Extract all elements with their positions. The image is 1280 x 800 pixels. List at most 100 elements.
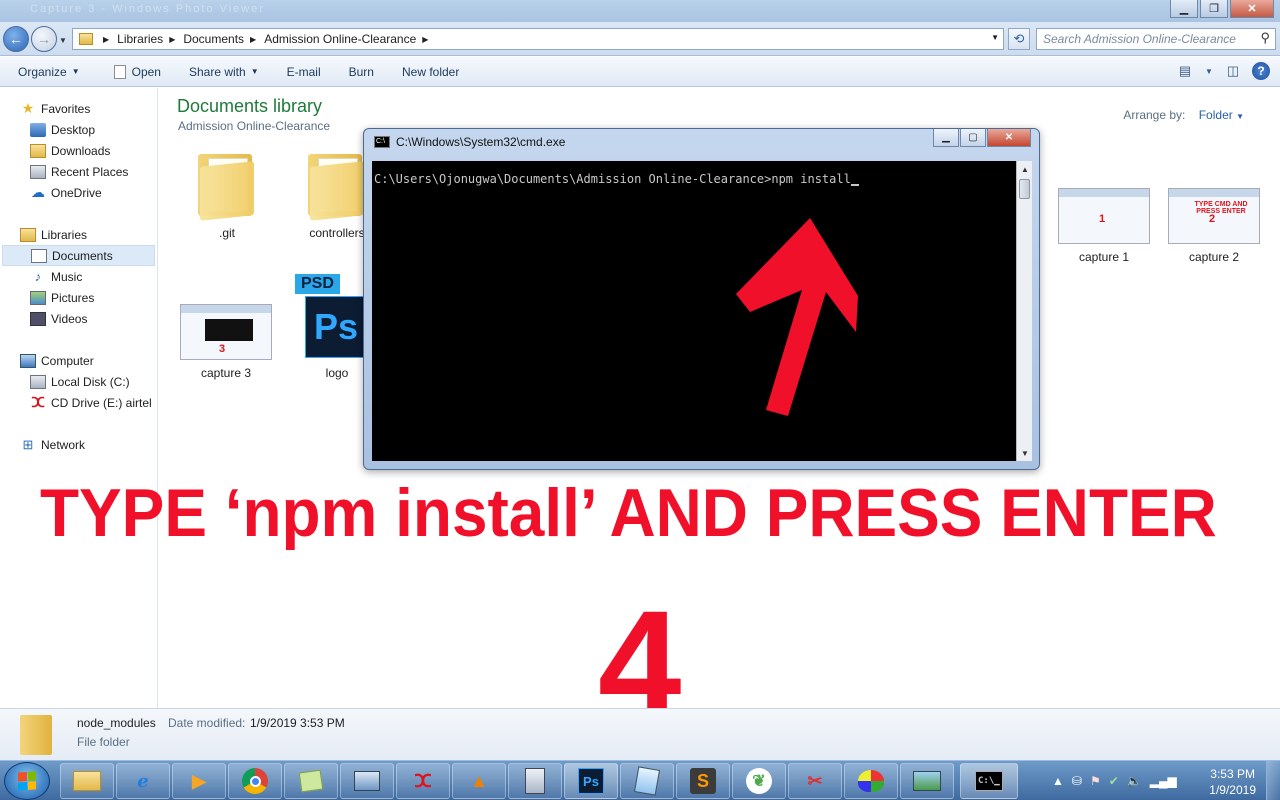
photo-viewer-icon[interactable] xyxy=(900,763,954,799)
view-dropdown-icon[interactable]: ▼ xyxy=(1204,61,1214,81)
change-view-icon[interactable]: ▤ xyxy=(1174,61,1196,81)
open-button[interactable]: Open xyxy=(104,57,171,86)
nav-label: Music xyxy=(51,269,83,284)
breadcrumb-chevron-icon[interactable]: ▶ xyxy=(422,35,428,44)
clock[interactable]: 3:53 PM 1/9/2019 xyxy=(1209,766,1256,798)
signal-icon[interactable]: ▂▄▆ xyxy=(1150,774,1177,788)
start-button[interactable] xyxy=(4,762,50,800)
file-item-capture-1[interactable]: 1 capture 1 xyxy=(1054,188,1154,264)
nav-downloads[interactable]: Downloads xyxy=(0,140,157,161)
close-button[interactable]: ✕ xyxy=(1230,0,1274,18)
cmd-scrollbar[interactable]: ▲ ▼ xyxy=(1016,161,1032,461)
breadcrumb: ▶ Libraries ▶ Documents ▶ Admission Onli… xyxy=(97,32,436,46)
scroll-thumb[interactable] xyxy=(1019,179,1030,199)
notepad-icon[interactable] xyxy=(620,763,674,799)
address-bar[interactable]: ▶ Libraries ▶ Documents ▶ Admission Onli… xyxy=(72,28,1004,50)
cmd-minimize-button[interactable]: ▁ xyxy=(933,129,959,147)
red-arrow-icon xyxy=(736,218,858,416)
photoshop-icon[interactable]: Ps xyxy=(564,763,618,799)
nav-documents[interactable]: Documents xyxy=(2,245,155,266)
chevron-down-icon: ▼ xyxy=(250,67,259,76)
cmd-window[interactable]: C:\ C:\Windows\System32\cmd.exe ▁ ▢ ✕ C:… xyxy=(363,128,1040,470)
explorer-icon[interactable] xyxy=(60,763,114,799)
airtel-icon[interactable]: ⵋ xyxy=(396,763,450,799)
security-icon[interactable]: ✔ xyxy=(1109,774,1119,788)
breadcrumb-admission[interactable]: Admission Online-Clearance xyxy=(264,32,416,46)
recent-pages-dropdown[interactable]: ▼ xyxy=(59,36,67,45)
breadcrumb-documents[interactable]: Documents xyxy=(183,32,244,46)
maximize-button[interactable]: ❐ xyxy=(1200,0,1228,18)
email-button[interactable]: E-mail xyxy=(277,57,331,86)
snipping-tool-icon[interactable]: ✂ xyxy=(788,763,842,799)
address-dropdown-icon[interactable]: ▼ xyxy=(991,33,999,42)
refresh-button[interactable]: ⟲ xyxy=(1008,28,1030,50)
nav-local-disk[interactable]: Local Disk (C:) xyxy=(0,371,157,392)
search-input[interactable]: Search Admission Online-Clearance ⚲ xyxy=(1036,28,1276,50)
nav-network[interactable]: ⊞ Network xyxy=(0,434,157,455)
nav-label: Favorites xyxy=(41,101,91,116)
back-button[interactable]: ← xyxy=(3,26,29,52)
nav-recent-places[interactable]: Recent Places xyxy=(0,161,157,182)
nav-favorites[interactable]: ★ Favorites xyxy=(0,98,157,119)
help-icon[interactable]: ? xyxy=(1252,62,1270,80)
cmd-line: C:\Users\Ojonugwa\Documents\Admission On… xyxy=(374,172,859,186)
breadcrumb-chevron-icon[interactable]: ▶ xyxy=(250,35,256,44)
show-hidden-icons-icon[interactable]: ▲ xyxy=(1052,774,1064,788)
cmd-maximize-button[interactable]: ▢ xyxy=(960,129,986,147)
nav-pictures[interactable]: Pictures xyxy=(0,287,157,308)
sticky-notes-icon[interactable] xyxy=(284,763,338,799)
desktop-icon xyxy=(30,122,46,137)
search-icon[interactable]: ⚲ xyxy=(1260,30,1270,46)
file-item-git[interactable]: .git xyxy=(177,150,277,240)
preview-pane-icon[interactable]: ◫ xyxy=(1222,61,1244,81)
breadcrumb-libraries[interactable]: Libraries xyxy=(117,32,163,46)
library-subtitle: Admission Online-Clearance xyxy=(178,119,331,133)
cmd-close-button[interactable]: ✕ xyxy=(987,129,1031,147)
image-thumbnail: 1 xyxy=(1058,188,1150,244)
forward-button[interactable]: → xyxy=(31,26,57,52)
minimize-button[interactable]: ▁ xyxy=(1170,0,1198,18)
burn-button[interactable]: Burn xyxy=(339,57,384,86)
thumb-number: 1 xyxy=(1099,213,1106,225)
scroll-down-icon[interactable]: ▼ xyxy=(1017,445,1033,461)
cmd-taskbar-icon[interactable]: C:\▁ xyxy=(960,763,1018,799)
media-player-icon[interactable]: ▶ xyxy=(172,763,226,799)
nav-label: Videos xyxy=(51,311,88,326)
favorites-group: ★ Favorites Desktop Downloads Recent Plac… xyxy=(0,98,157,203)
file-item-capture-3[interactable]: 3 capture 3 xyxy=(176,304,276,380)
new-folder-button[interactable]: New folder xyxy=(392,57,469,86)
vlc-icon[interactable]: ▲ xyxy=(452,763,506,799)
open-label: Open xyxy=(131,64,161,79)
calculator-icon[interactable] xyxy=(508,763,562,799)
nav-videos[interactable]: Videos xyxy=(0,308,157,329)
nav-music[interactable]: ♪ Music xyxy=(0,266,157,287)
thumb-number: 3 xyxy=(219,343,226,355)
nav-cd-drive[interactable]: ⵋ CD Drive (E:) airtel xyxy=(0,392,157,413)
cmd-console[interactable]: C:\Users\Ojonugwa\Documents\Admission On… xyxy=(372,161,1016,461)
clock-time: 3:53 PM xyxy=(1210,767,1255,781)
mongodb-icon[interactable]: ❦ xyxy=(732,763,786,799)
star-icon: ★ xyxy=(21,100,35,116)
paint-icon[interactable] xyxy=(844,763,898,799)
nav-libraries[interactable]: Libraries xyxy=(0,224,157,245)
nav-computer[interactable]: Computer xyxy=(0,350,157,371)
file-item-capture-2[interactable]: TYPE CMD AND PRESS ENTER 2 capture 2 xyxy=(1164,188,1264,264)
nav-desktop[interactable]: Desktop xyxy=(0,119,157,140)
chrome-icon[interactable] xyxy=(228,763,282,799)
show-desktop-button[interactable] xyxy=(1266,761,1280,800)
control-panel-icon[interactable] xyxy=(340,763,394,799)
scroll-up-icon[interactable]: ▲ xyxy=(1017,161,1033,177)
share-with-button[interactable]: Share with ▼ xyxy=(179,57,269,86)
nav-onedrive[interactable]: ☁ OneDrive xyxy=(0,182,157,203)
action-center-icon[interactable]: ⚑ xyxy=(1090,774,1101,788)
sublime-text-icon[interactable]: S xyxy=(676,763,730,799)
breadcrumb-chevron-icon[interactable]: ▶ xyxy=(103,35,109,44)
arrange-label: Arrange by: xyxy=(1123,108,1186,122)
organize-button[interactable]: Organize ▼ xyxy=(0,57,90,86)
internet-explorer-icon[interactable]: e xyxy=(116,763,170,799)
cmd-title: C:\Windows\System32\cmd.exe xyxy=(396,135,566,149)
usb-icon[interactable]: ⛁ xyxy=(1072,774,1082,788)
arrange-by-dropdown[interactable]: Folder ▼ xyxy=(1199,108,1244,122)
breadcrumb-chevron-icon[interactable]: ▶ xyxy=(169,35,175,44)
volume-icon[interactable]: 🔈 xyxy=(1127,774,1142,788)
